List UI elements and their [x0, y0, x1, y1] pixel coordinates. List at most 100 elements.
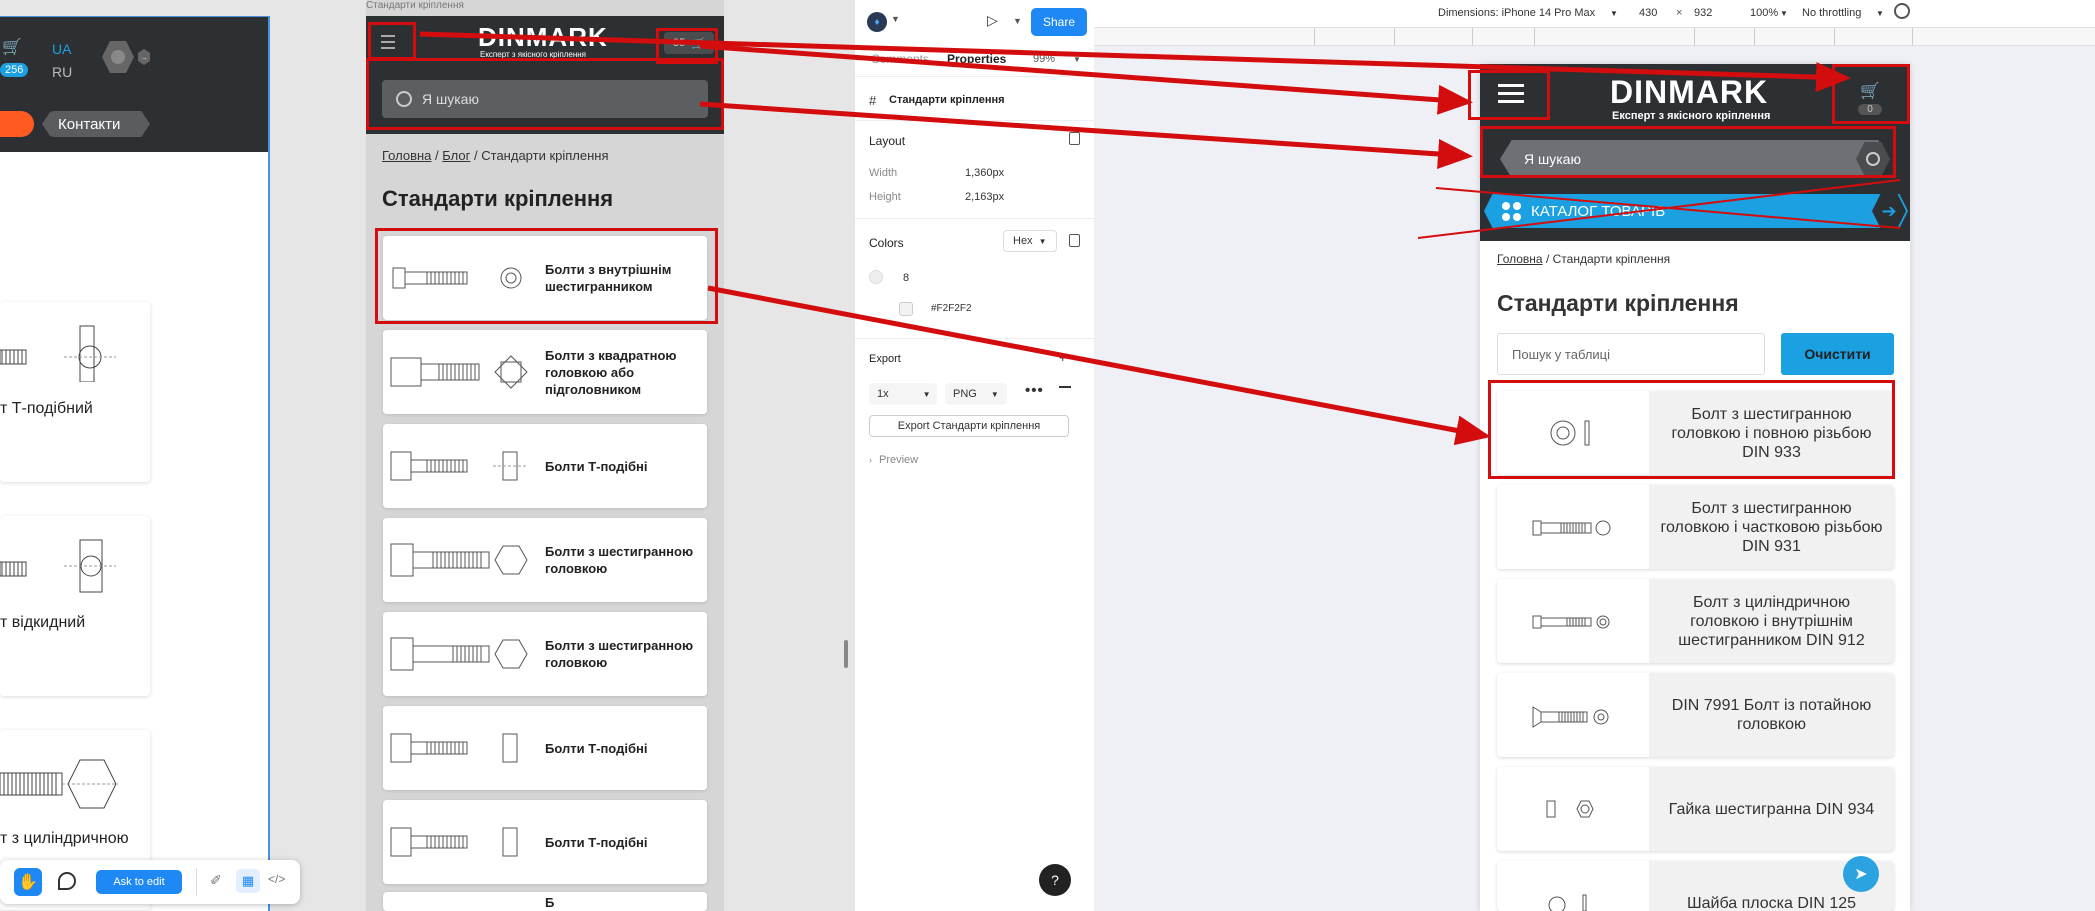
phone-logo[interactable]: DINMARK: [1610, 74, 1768, 111]
minus-icon[interactable]: [1059, 386, 1071, 388]
bolt-drawing-icon: [0, 539, 116, 593]
mock-list-item[interactable]: Болти Т-подібні: [383, 706, 707, 790]
hex-nut-icon: [1546, 800, 1594, 818]
panel-resize-handle[interactable]: [844, 640, 848, 668]
bolt-drawing: [383, 424, 533, 508]
color-hex-value[interactable]: #F2F2F2: [931, 303, 972, 314]
dimensions-select[interactable]: Dimensions: iPhone 14 Pro Max: [1438, 7, 1595, 19]
annotation-box-first-item: [375, 228, 718, 324]
export-format-select[interactable]: PNG ▼: [945, 383, 1007, 405]
export-scale-select[interactable]: 1x ▼: [869, 383, 937, 405]
catalog-grid-icon: [1502, 201, 1521, 221]
contacts-tab[interactable]: Контакти: [42, 111, 150, 137]
chevron-down-icon[interactable]: ▼: [1073, 55, 1081, 64]
frame-name[interactable]: Стандарти кріплення: [889, 94, 1005, 106]
mock-list-item[interactable]: Болти Т-подібні: [383, 424, 707, 508]
contacts-tab-label: Контакти: [58, 115, 121, 133]
breadcrumb-separator: /: [474, 148, 478, 163]
frame-title[interactable]: Стандарти кріплення: [366, 0, 464, 11]
mock-list-item[interactable]: Болти з шестигранною головкою: [383, 518, 707, 602]
chevron-down-icon[interactable]: ▼: [1780, 9, 1788, 18]
height-value[interactable]: 2,163px: [965, 191, 1004, 203]
cart-icon[interactable]: 🛒: [2, 37, 22, 57]
mock-list-item[interactable]: Болти з квадратною головкою або підголов…: [383, 330, 707, 414]
left-card-label: т Т-подібний: [0, 400, 93, 417]
breadcrumb-home-link[interactable]: Головна: [1497, 252, 1543, 266]
product-drawing: [1497, 767, 1649, 851]
tab-comments[interactable]: Comments: [871, 52, 929, 66]
phone-list-item-label: Болт з шестигранною головкою і частковою…: [1660, 499, 1883, 555]
more-options-icon[interactable]: •••: [1025, 382, 1044, 399]
chevron-down-icon: ▼: [922, 389, 931, 399]
left-card[interactable]: т відкидний: [0, 516, 150, 696]
copy-icon[interactable]: [1069, 132, 1080, 145]
dev-mode-icon[interactable]: </>: [268, 872, 288, 890]
chevron-down-icon[interactable]: ▼: [1876, 9, 1884, 18]
phone-list-item[interactable]: Болт з циліндричною головкою і внутрішні…: [1497, 579, 1894, 663]
hex-bolt-icon: [390, 637, 528, 671]
orange-tab[interactable]: [0, 111, 34, 137]
bolt-drawing: [383, 612, 533, 696]
device-width-input[interactable]: 430: [1639, 7, 1657, 19]
ask-to-edit-button[interactable]: Ask to edit: [96, 870, 182, 894]
left-card[interactable]: т Т-подібний: [0, 302, 150, 482]
color-format-select[interactable]: Hex ▼: [1003, 230, 1057, 252]
comment-tool-icon[interactable]: [58, 872, 76, 890]
phone-list-item[interactable]: Болт з шестигранною головкою і частковою…: [1497, 485, 1894, 569]
export-scale-label: 1x: [877, 388, 889, 400]
clear-button[interactable]: Очистити: [1781, 333, 1894, 375]
mock-list-item-label: Болти Т-подібні: [535, 800, 707, 884]
hand-tool-button[interactable]: ✋: [14, 868, 42, 896]
mock-list-item[interactable]: Болти з шестигранною головкою: [383, 612, 707, 696]
chevron-down-icon[interactable]: ▼: [1610, 9, 1618, 18]
lang-ru-link[interactable]: RU: [52, 64, 72, 80]
zoom-select[interactable]: 100%: [1750, 7, 1778, 19]
table-search-placeholder: Пошук у таблиці: [1512, 346, 1610, 362]
annotation-box-phone-cart: [1832, 64, 1910, 124]
chevron-down-icon[interactable]: ▼: [1013, 16, 1022, 26]
draw-mode-icon[interactable]: ✐: [210, 872, 228, 890]
phone-tagline: Експерт з якісного кріплення: [1612, 110, 1771, 122]
mock-logo[interactable]: DINMARK: [478, 22, 608, 53]
table-search-input[interactable]: Пошук у таблиці: [1497, 333, 1765, 375]
chevron-down-icon[interactable]: ▼: [891, 14, 900, 24]
chevron-down-icon: ▼: [990, 389, 999, 399]
figma-avatar[interactable]: ♦: [867, 12, 887, 32]
preview-label[interactable]: Preview: [879, 454, 918, 466]
mock-list-item-label: Б: [535, 892, 707, 911]
throttling-select[interactable]: No throttling: [1802, 7, 1861, 19]
ruler-tick: [1534, 28, 1535, 46]
chevron-right-icon[interactable]: ›: [869, 455, 872, 465]
plus-icon[interactable]: +: [1059, 350, 1067, 365]
rotate-icon[interactable]: [1894, 3, 1910, 19]
color-format-label: Hex: [1013, 235, 1033, 247]
design-mode-icon[interactable]: ▦: [236, 869, 260, 893]
left-card-label: т відкидний: [0, 614, 86, 631]
phone-list-item[interactable]: Гайка шестигранна DIN 934: [1497, 767, 1894, 851]
copy-icon[interactable]: [1069, 234, 1080, 247]
telegram-button[interactable]: ➤: [1843, 856, 1879, 892]
user-icon[interactable]: →: [88, 39, 152, 79]
help-button[interactable]: ?: [1039, 864, 1071, 896]
media-query-ruler[interactable]: [1094, 28, 2095, 46]
phone-list-item[interactable]: DIN 7991 Болт із потайною головкою: [1497, 673, 1894, 757]
mock-breadcrumb: Головна / Блог / Стандарти кріплення: [382, 148, 609, 163]
lang-ua-link[interactable]: UA: [52, 41, 71, 57]
breadcrumb-current: Стандарти кріплення: [481, 148, 609, 163]
color-swatch[interactable]: [899, 302, 913, 316]
width-value[interactable]: 1,360px: [965, 167, 1004, 179]
catalog-button[interactable]: КАТАЛОГ ТОВАРІВ: [1484, 194, 1908, 228]
device-height-input[interactable]: 932: [1694, 7, 1712, 19]
zoom-select[interactable]: 99%: [1033, 53, 1055, 65]
t-bolt-icon: [390, 827, 518, 857]
breadcrumb-blog-link[interactable]: Блог: [442, 148, 470, 163]
tab-properties[interactable]: Properties: [947, 52, 1006, 66]
export-button[interactable]: Export Стандарти кріплення: [869, 415, 1069, 437]
share-button[interactable]: Share: [1031, 8, 1087, 36]
color-swatch[interactable]: [869, 270, 883, 284]
breadcrumb-home-link[interactable]: Головна: [382, 148, 431, 163]
phone-list-item[interactable]: Шайба плоска DIN 125: [1497, 861, 1894, 911]
mock-list-item[interactable]: Болти Т-подібні: [383, 800, 707, 884]
mock-list-item[interactable]: Б: [383, 892, 707, 911]
play-icon[interactable]: ▷: [987, 12, 998, 29]
